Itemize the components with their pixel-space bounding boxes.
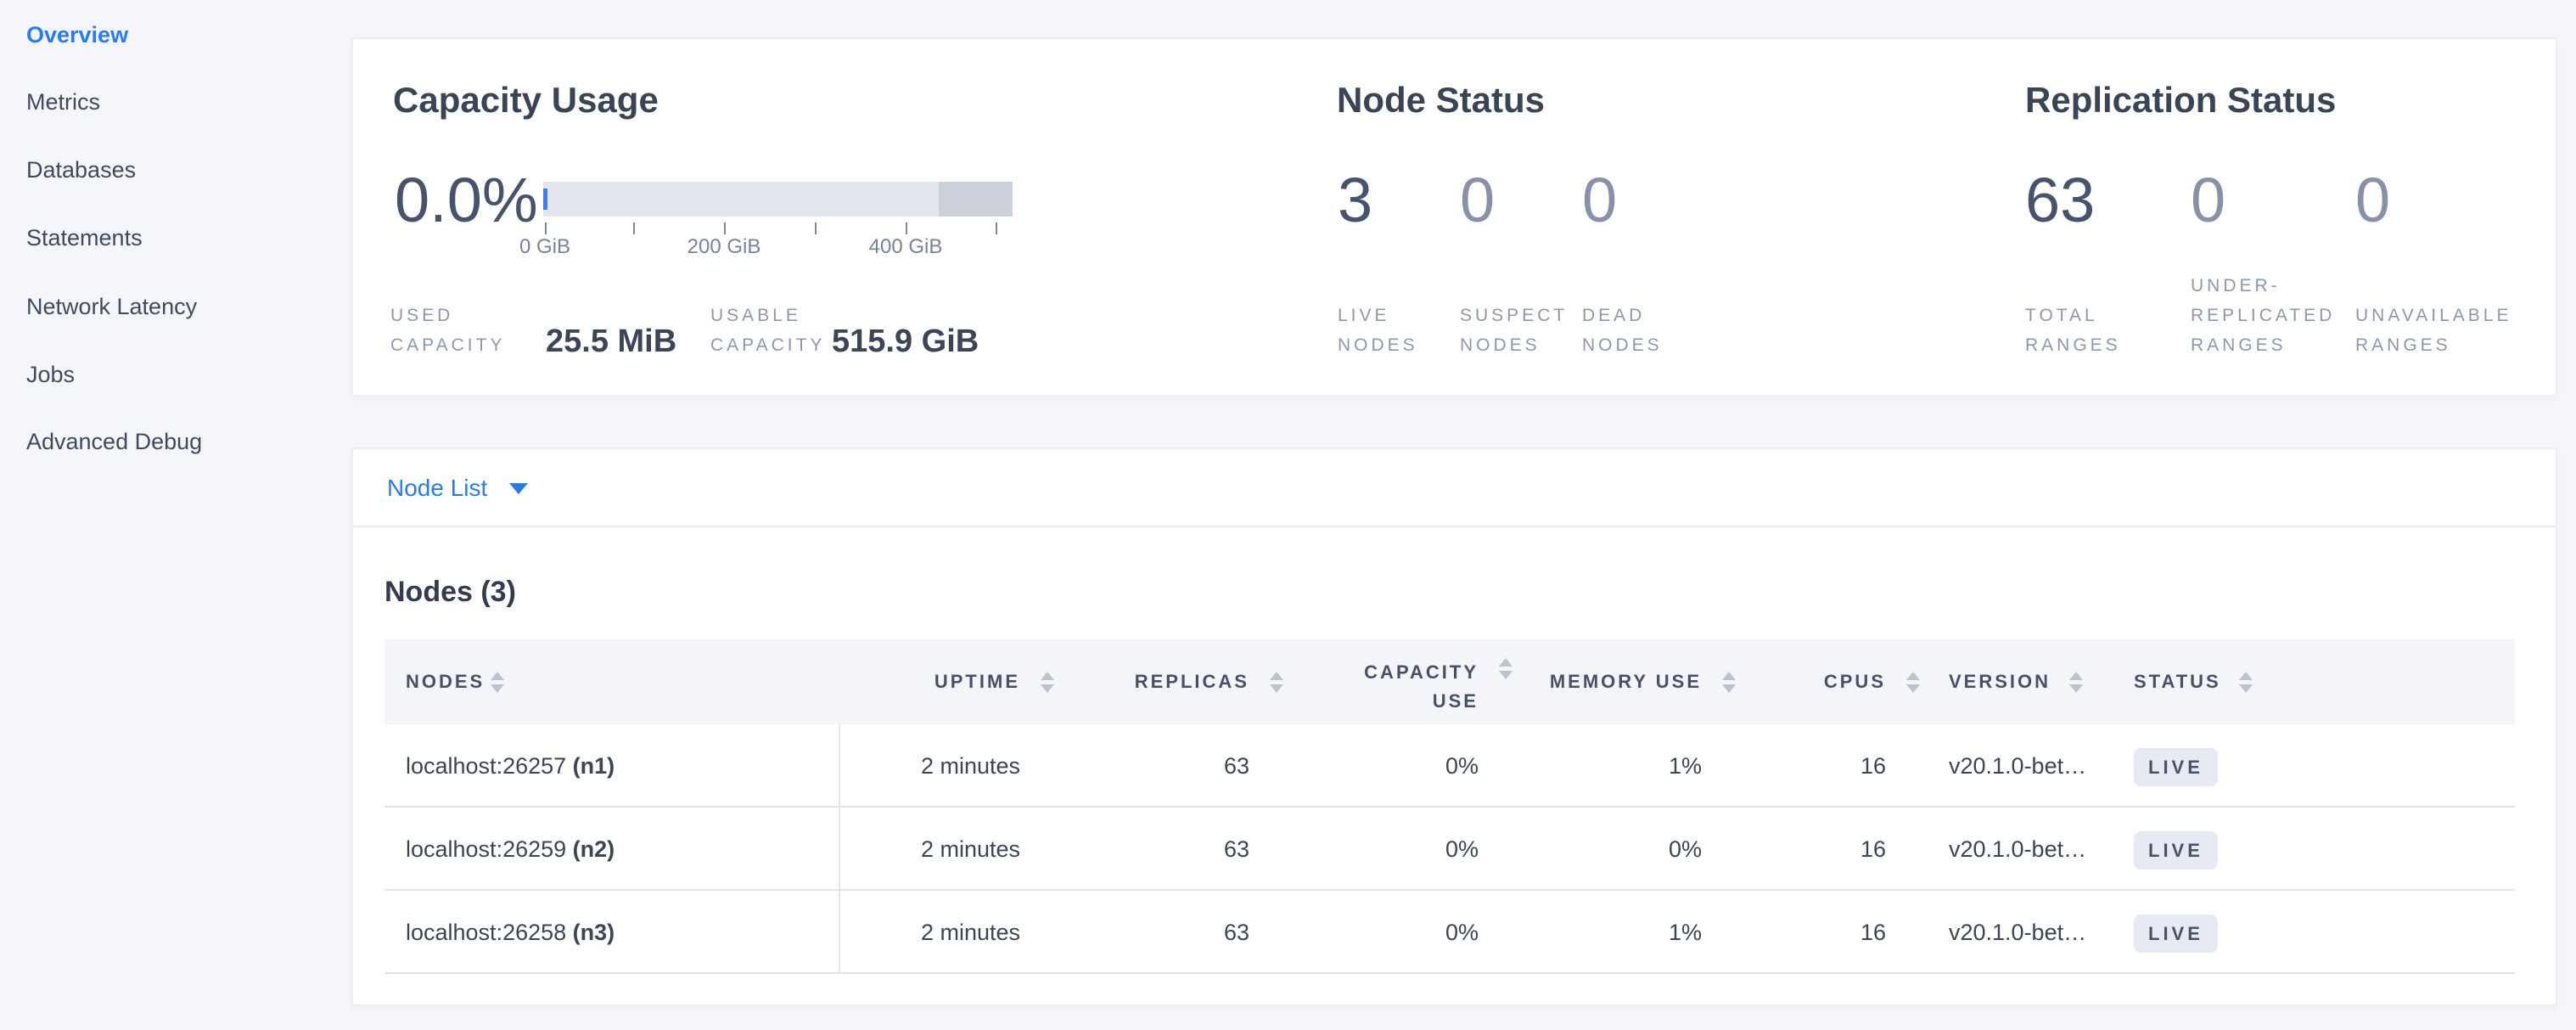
replication-status-title: Replication Status [2025, 78, 2336, 122]
capacity-use-cell: 0% [1445, 724, 1479, 808]
cpus-cell: 16 [1860, 891, 1886, 974]
status-badge: LIVE [2134, 915, 2218, 953]
axis-label-0gib: 0 GiB [519, 235, 570, 259]
used-capacity-value: 25.5 MiB [546, 322, 676, 361]
cpus-cell: 16 [1860, 724, 1886, 808]
table-row: localhost:26259 (n2) 2 minutes 63 0% 0% … [384, 808, 2515, 891]
uptime-cell: 2 minutes [921, 724, 1020, 808]
total-ranges-label: TOTAL RANGES [2025, 301, 2121, 360]
table-row: localhost:26257 (n1) 2 minutes 63 0% 1% … [384, 724, 2515, 808]
capacity-bar-other-segment [939, 182, 1013, 217]
sidebar-item-metrics[interactable]: Metrics [26, 79, 100, 125]
sort-icon [2069, 672, 2083, 693]
nodes-column-divider [839, 724, 840, 974]
sidebar-item-overview[interactable]: Overview [26, 12, 128, 58]
usable-capacity-value: 515.9 GiB [832, 322, 979, 361]
view-selector-row: Node List [353, 449, 2556, 527]
column-header-capacity-use[interactable]: CAPACITY USE [1364, 658, 1479, 716]
live-nodes-count: 3 [1338, 166, 1372, 235]
nodes-table: NODES UPTIME REPLICAS CAPACITY USE MEMOR… [384, 639, 2515, 974]
nodes-table-header: NODES UPTIME REPLICAS CAPACITY USE MEMOR… [384, 639, 2515, 724]
axis-tick [545, 222, 547, 234]
axis-tick [724, 222, 726, 234]
node-list-panel: Node List Nodes (3) NODES UPTIME REPLICA… [351, 447, 2557, 1006]
status-cell: LIVE [2134, 724, 2218, 808]
sidebar-item-network-latency[interactable]: Network Latency [26, 284, 197, 329]
node-address-cell: localhost:26257 (n1) [406, 724, 615, 808]
sort-icon [1041, 672, 1054, 693]
axis-tick [906, 222, 907, 234]
capacity-bar-chart [543, 182, 1013, 217]
axis-tick [633, 222, 635, 234]
column-header-replicas[interactable]: REPLICAS [1135, 639, 1249, 724]
usable-capacity-label: USABLE CAPACITY [710, 301, 825, 360]
suspect-nodes-count: 0 [1460, 166, 1495, 235]
node-list-dropdown[interactable]: Node List [387, 449, 528, 527]
under-replicated-ranges-label: UNDER- REPLICATED RANGES [2191, 271, 2335, 360]
uptime-cell: 2 minutes [921, 891, 1020, 974]
sidebar-item-advanced-debug[interactable]: Advanced Debug [26, 419, 202, 464]
sidebar: Overview Metrics Databases Statements Ne… [0, 0, 346, 1030]
replicas-cell: 63 [1224, 891, 1249, 974]
sort-icon [2239, 672, 2253, 693]
sort-icon [1722, 672, 1736, 693]
node-address-cell: localhost:26259 (n2) [406, 808, 615, 891]
uptime-cell: 2 minutes [921, 808, 1020, 891]
dead-nodes-count: 0 [1582, 166, 1617, 235]
nodes-table-title: Nodes (3) [384, 576, 516, 609]
capacity-used-percent: 0.0% [395, 166, 538, 235]
version-cell: v20.1.0-bet… [1949, 891, 2086, 974]
status-cell: LIVE [2134, 808, 2218, 891]
sidebar-item-jobs[interactable]: Jobs [26, 352, 75, 397]
column-header-version[interactable]: VERSION [1949, 639, 2051, 724]
version-cell: v20.1.0-bet… [1949, 808, 2086, 891]
memory-use-cell: 0% [1669, 808, 1702, 891]
sort-icon [1906, 672, 1920, 693]
node-status-title: Node Status [1337, 78, 1545, 122]
unavailable-ranges-count: 0 [2355, 166, 2390, 235]
column-header-cpus[interactable]: CPUS [1824, 639, 1886, 724]
cluster-overview-panel: Capacity Usage 0.0% 0 GiB 200 GiB 400 Gi… [351, 37, 2557, 397]
memory-use-cell: 1% [1669, 891, 1702, 974]
used-capacity-label: USED CAPACITY [390, 301, 505, 360]
column-header-nodes[interactable]: NODES [406, 639, 485, 724]
axis-tick [815, 222, 817, 234]
version-cell: v20.1.0-bet… [1949, 724, 2086, 808]
status-badge: LIVE [2134, 748, 2218, 786]
sort-icon [1270, 672, 1283, 693]
capacity-use-cell: 0% [1445, 891, 1479, 974]
cpus-cell: 16 [1860, 808, 1886, 891]
status-badge: LIVE [2134, 831, 2218, 870]
replicas-cell: 63 [1224, 724, 1249, 808]
replicas-cell: 63 [1224, 808, 1249, 891]
chevron-down-icon [509, 483, 528, 494]
memory-use-cell: 1% [1669, 724, 1702, 808]
table-row: localhost:26258 (n3) 2 minutes 63 0% 1% … [384, 891, 2515, 974]
column-header-status[interactable]: STATUS [2134, 639, 2221, 724]
column-header-uptime[interactable]: UPTIME [934, 639, 1020, 724]
suspect-nodes-label: SUSPECT NODES [1460, 301, 1568, 360]
under-replicated-ranges-count: 0 [2191, 166, 2225, 235]
live-nodes-label: LIVE NODES [1338, 301, 1418, 360]
total-ranges-count: 63 [2025, 166, 2095, 235]
capacity-usage-title: Capacity Usage [393, 78, 659, 122]
unavailable-ranges-label: UNAVAILABLE RANGES [2355, 301, 2511, 360]
node-address-cell: localhost:26258 (n3) [406, 891, 615, 974]
node-list-dropdown-label: Node List [387, 475, 487, 502]
sidebar-item-databases[interactable]: Databases [26, 147, 136, 193]
dead-nodes-label: DEAD NODES [1582, 301, 1663, 360]
sort-icon [491, 672, 504, 693]
axis-label-400gib: 400 GiB [869, 235, 943, 259]
sidebar-item-statements[interactable]: Statements [26, 215, 143, 261]
axis-tick [996, 222, 997, 234]
status-cell: LIVE [2134, 891, 2218, 974]
capacity-use-cell: 0% [1445, 808, 1479, 891]
axis-label-200gib: 200 GiB [687, 235, 761, 259]
sort-icon [1499, 658, 1512, 679]
capacity-bar-used-marker [543, 189, 547, 210]
column-header-memory-use[interactable]: MEMORY USE [1550, 639, 1702, 724]
